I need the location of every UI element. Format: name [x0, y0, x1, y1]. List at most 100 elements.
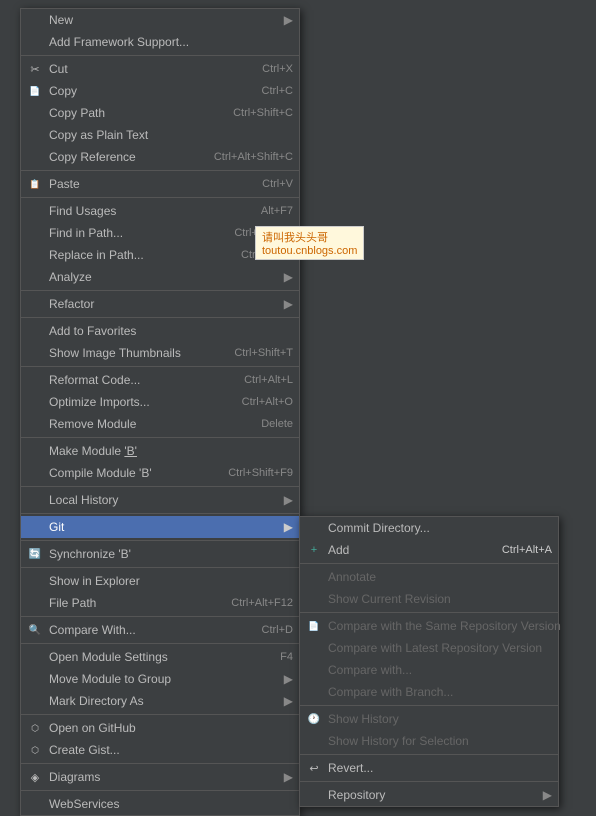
menu-item-add-favorites[interactable]: Add to Favorites: [21, 320, 299, 342]
menu-item-webservices[interactable]: WebServices: [21, 793, 299, 815]
find-usages-label: Find Usages: [49, 204, 116, 218]
git-add[interactable]: + Add Ctrl+Alt+A: [300, 539, 558, 561]
cut-shortcut: Ctrl+X: [242, 63, 293, 75]
diagrams-label: Diagrams: [49, 770, 100, 784]
git-compare-same-repo: 📄 Compare with the Same Repository Versi…: [300, 615, 558, 637]
open-github-label: Open on GitHub: [49, 721, 136, 735]
create-gist-label: Create Gist...: [49, 743, 120, 757]
arrow-icon: ▶: [284, 520, 293, 534]
menu-item-move-module[interactable]: Move Module to Group ▶: [21, 668, 299, 690]
menu-item-remove-module[interactable]: Remove Module Delete: [21, 413, 299, 435]
find-path-label: Find in Path...: [49, 226, 123, 240]
menu-item-cut[interactable]: ✂ Cut Ctrl+X: [21, 58, 299, 80]
menu-item-diagrams[interactable]: ◈ Diagrams ▶: [21, 766, 299, 788]
copy-plain-label: Copy as Plain Text: [49, 128, 148, 142]
arrow-icon: ▶: [284, 297, 293, 311]
optimize-label: Optimize Imports...: [49, 395, 150, 409]
add-framework-label: Add Framework Support...: [49, 35, 189, 49]
separator: [300, 563, 558, 564]
separator: [21, 763, 299, 764]
git-show-current-revision: Show Current Revision: [300, 588, 558, 610]
menu-item-git[interactable]: Git ▶ Commit Directory... + Add Ctrl+Alt…: [21, 516, 299, 538]
synchronize-label: Synchronize 'B': [49, 547, 131, 561]
compare-with-label: Compare With...: [49, 623, 136, 637]
arrow-icon: ▶: [284, 493, 293, 507]
context-menu[interactable]: New ▶ Add Framework Support... ✂ Cut Ctr…: [20, 8, 300, 816]
separator: [21, 714, 299, 715]
separator: [21, 197, 299, 198]
arrow-icon: ▶: [284, 770, 293, 784]
separator: [21, 366, 299, 367]
compare-with-icon: 🔍: [27, 622, 43, 638]
reformat-label: Reformat Code...: [49, 373, 140, 387]
file-path-label: File Path: [49, 596, 96, 610]
git-submenu[interactable]: Commit Directory... + Add Ctrl+Alt+A Ann…: [299, 516, 559, 807]
menu-item-make-module[interactable]: Make Module 'B': [21, 440, 299, 462]
show-history-label: Show History: [328, 712, 399, 726]
paste-icon: 📋: [27, 176, 43, 192]
menu-item-copy[interactable]: 📄 Copy Ctrl+C: [21, 80, 299, 102]
menu-item-find-path[interactable]: Find in Path... Ctrl+Shift+F: [21, 222, 299, 244]
menu-item-replace-path[interactable]: Replace in Path... Ctrl+Shift+: [21, 244, 299, 266]
menu-item-open-module-settings[interactable]: Open Module Settings F4: [21, 646, 299, 668]
menu-item-synchronize[interactable]: 🔄 Synchronize 'B': [21, 543, 299, 565]
menu-item-open-github[interactable]: ⬡ Open on GitHub: [21, 717, 299, 739]
separator: [21, 616, 299, 617]
menu-item-find-usages[interactable]: Find Usages Alt+F7: [21, 200, 299, 222]
open-module-settings-label: Open Module Settings: [49, 650, 168, 664]
refactor-label: Refactor: [49, 297, 94, 311]
separator: [21, 170, 299, 171]
mark-directory-label: Mark Directory As: [49, 694, 144, 708]
menu-item-file-path[interactable]: File Path Ctrl+Alt+F12: [21, 592, 299, 614]
menu-item-copy-path[interactable]: Copy Path Ctrl+Shift+C: [21, 102, 299, 124]
separator: [21, 437, 299, 438]
menu-item-local-history[interactable]: Local History ▶: [21, 489, 299, 511]
replace-path-label: Replace in Path...: [49, 248, 144, 262]
menu-item-thumbnails[interactable]: Show Image Thumbnails Ctrl+Shift+T: [21, 342, 299, 364]
menu-item-analyze[interactable]: Analyze ▶: [21, 266, 299, 288]
file-path-shortcut: Ctrl+Alt+F12: [211, 597, 293, 609]
menu-item-paste[interactable]: 📋 Paste Ctrl+V: [21, 173, 299, 195]
git-repository[interactable]: Repository ▶: [300, 784, 558, 806]
menu-item-add-framework[interactable]: Add Framework Support...: [21, 31, 299, 53]
menu-item-mark-directory[interactable]: Mark Directory As ▶: [21, 690, 299, 712]
copy-path-shortcut: Ctrl+Shift+C: [213, 107, 293, 119]
compare-same-repo-label: Compare with the Same Repository Version: [328, 619, 561, 633]
compare-with-shortcut: Ctrl+D: [242, 624, 293, 636]
compare-latest-label: Compare with Latest Repository Version: [328, 641, 542, 655]
menu-item-optimize[interactable]: Optimize Imports... Ctrl+Alt+O: [21, 391, 299, 413]
menu-item-compare-with[interactable]: 🔍 Compare With... Ctrl+D: [21, 619, 299, 641]
menu-item-refactor[interactable]: Refactor ▶: [21, 293, 299, 315]
show-history-selection-label: Show History for Selection: [328, 734, 469, 748]
copy-icon: 📄: [27, 83, 43, 99]
separator: [21, 513, 299, 514]
arrow-icon: ▶: [284, 270, 293, 284]
add-label: Add: [328, 543, 349, 557]
menu-item-create-gist[interactable]: ⬡ Create Gist...: [21, 739, 299, 761]
menu-item-show-explorer[interactable]: Show in Explorer: [21, 570, 299, 592]
paste-shortcut: Ctrl+V: [242, 178, 293, 190]
repository-label: Repository: [328, 788, 385, 802]
separator: [21, 790, 299, 791]
menu-item-compile-module[interactable]: Compile Module 'B' Ctrl+Shift+F9: [21, 462, 299, 484]
separator: [300, 612, 558, 613]
arrow-icon: ▶: [284, 672, 293, 686]
menu-item-copy-plain[interactable]: Copy as Plain Text: [21, 124, 299, 146]
git-compare-branch: Compare with Branch...: [300, 681, 558, 703]
open-module-settings-shortcut: F4: [260, 651, 293, 663]
menu-item-copy-reference[interactable]: Copy Reference Ctrl+Alt+Shift+C: [21, 146, 299, 168]
separator: [300, 781, 558, 782]
copy-path-label: Copy Path: [49, 106, 105, 120]
copy-reference-label: Copy Reference: [49, 150, 136, 164]
separator: [21, 317, 299, 318]
git-commit-directory[interactable]: Commit Directory...: [300, 517, 558, 539]
separator: [300, 754, 558, 755]
move-module-label: Move Module to Group: [49, 672, 171, 686]
menu-item-new[interactable]: New ▶: [21, 9, 299, 31]
menu-item-reformat[interactable]: Reformat Code... Ctrl+Alt+L: [21, 369, 299, 391]
make-module-label: Make Module 'B': [49, 444, 137, 458]
git-revert[interactable]: ↩ Revert...: [300, 757, 558, 779]
separator: [21, 55, 299, 56]
arrow-icon: ▶: [543, 788, 552, 802]
show-explorer-label: Show in Explorer: [49, 574, 140, 588]
